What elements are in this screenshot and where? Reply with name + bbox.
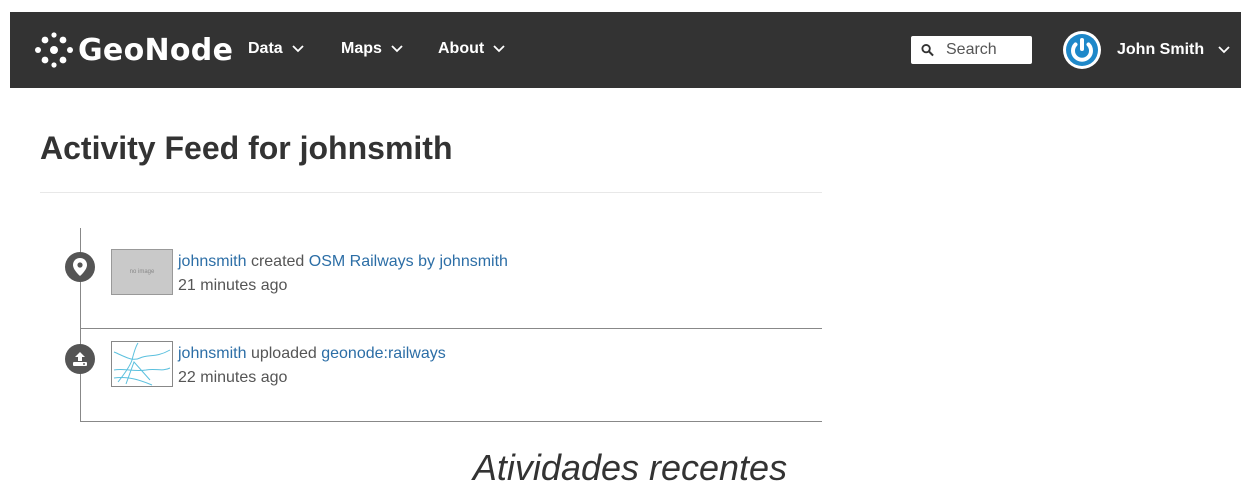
nav-menu-label: Maps [341, 40, 382, 57]
activity-thumbnail[interactable] [111, 341, 173, 387]
activity-timeline: no image johnsmith created OSM Railways … [65, 228, 822, 422]
avatar [1063, 31, 1101, 69]
activity-text: johnsmith uploaded geonode:railways 22 m… [178, 342, 446, 390]
chevron-down-icon [493, 45, 505, 53]
nav-menu-data[interactable]: Data [248, 40, 304, 58]
upload-icon [65, 344, 95, 374]
railway-map-thumbnail [113, 342, 171, 386]
nav-menu-label: About [438, 40, 485, 57]
activity-divider [80, 328, 822, 329]
activity-timestamp: 21 minutes ago [178, 277, 288, 294]
target-link[interactable]: OSM Railways by johnsmith [309, 253, 508, 270]
brand-name: GeoNode [78, 32, 234, 68]
page-title: Activity Feed for johnsmith [40, 130, 453, 166]
nav-menu-maps[interactable]: Maps [341, 40, 403, 58]
search-input[interactable] [944, 40, 1032, 60]
activity-divider [80, 421, 822, 422]
user-menu[interactable]: John Smith [1062, 30, 1230, 70]
map-marker-icon [65, 252, 95, 282]
caption: Atividades recentes [472, 447, 788, 488]
geonode-logo-icon [35, 32, 73, 68]
actor-link[interactable]: johnsmith [178, 253, 246, 270]
thumbnail-placeholder-text: no image [129, 269, 155, 275]
chevron-down-icon [292, 45, 304, 53]
top-navbar: GeoNode Data Maps About John Smith [10, 12, 1241, 88]
actor-link[interactable]: johnsmith [178, 345, 246, 362]
activity-verb: created [250, 253, 305, 270]
activity-verb: uploaded [250, 345, 317, 362]
user-name: John Smith [1117, 41, 1205, 58]
chevron-down-icon [1218, 46, 1230, 54]
activity-timestamp: 22 minutes ago [178, 369, 288, 386]
search-icon[interactable] [921, 43, 934, 57]
activity-thumbnail[interactable]: no image [111, 249, 173, 295]
nav-menu-label: Data [248, 40, 283, 57]
nav-menu-about[interactable]: About [438, 40, 505, 58]
activity-text: johnsmith created OSM Railways by johnsm… [178, 250, 508, 298]
brand-logo-link[interactable]: GeoNode [34, 26, 233, 74]
search-box [911, 36, 1032, 64]
target-link[interactable]: geonode:railways [321, 345, 446, 362]
chevron-down-icon [391, 45, 403, 53]
title-divider [40, 192, 822, 193]
